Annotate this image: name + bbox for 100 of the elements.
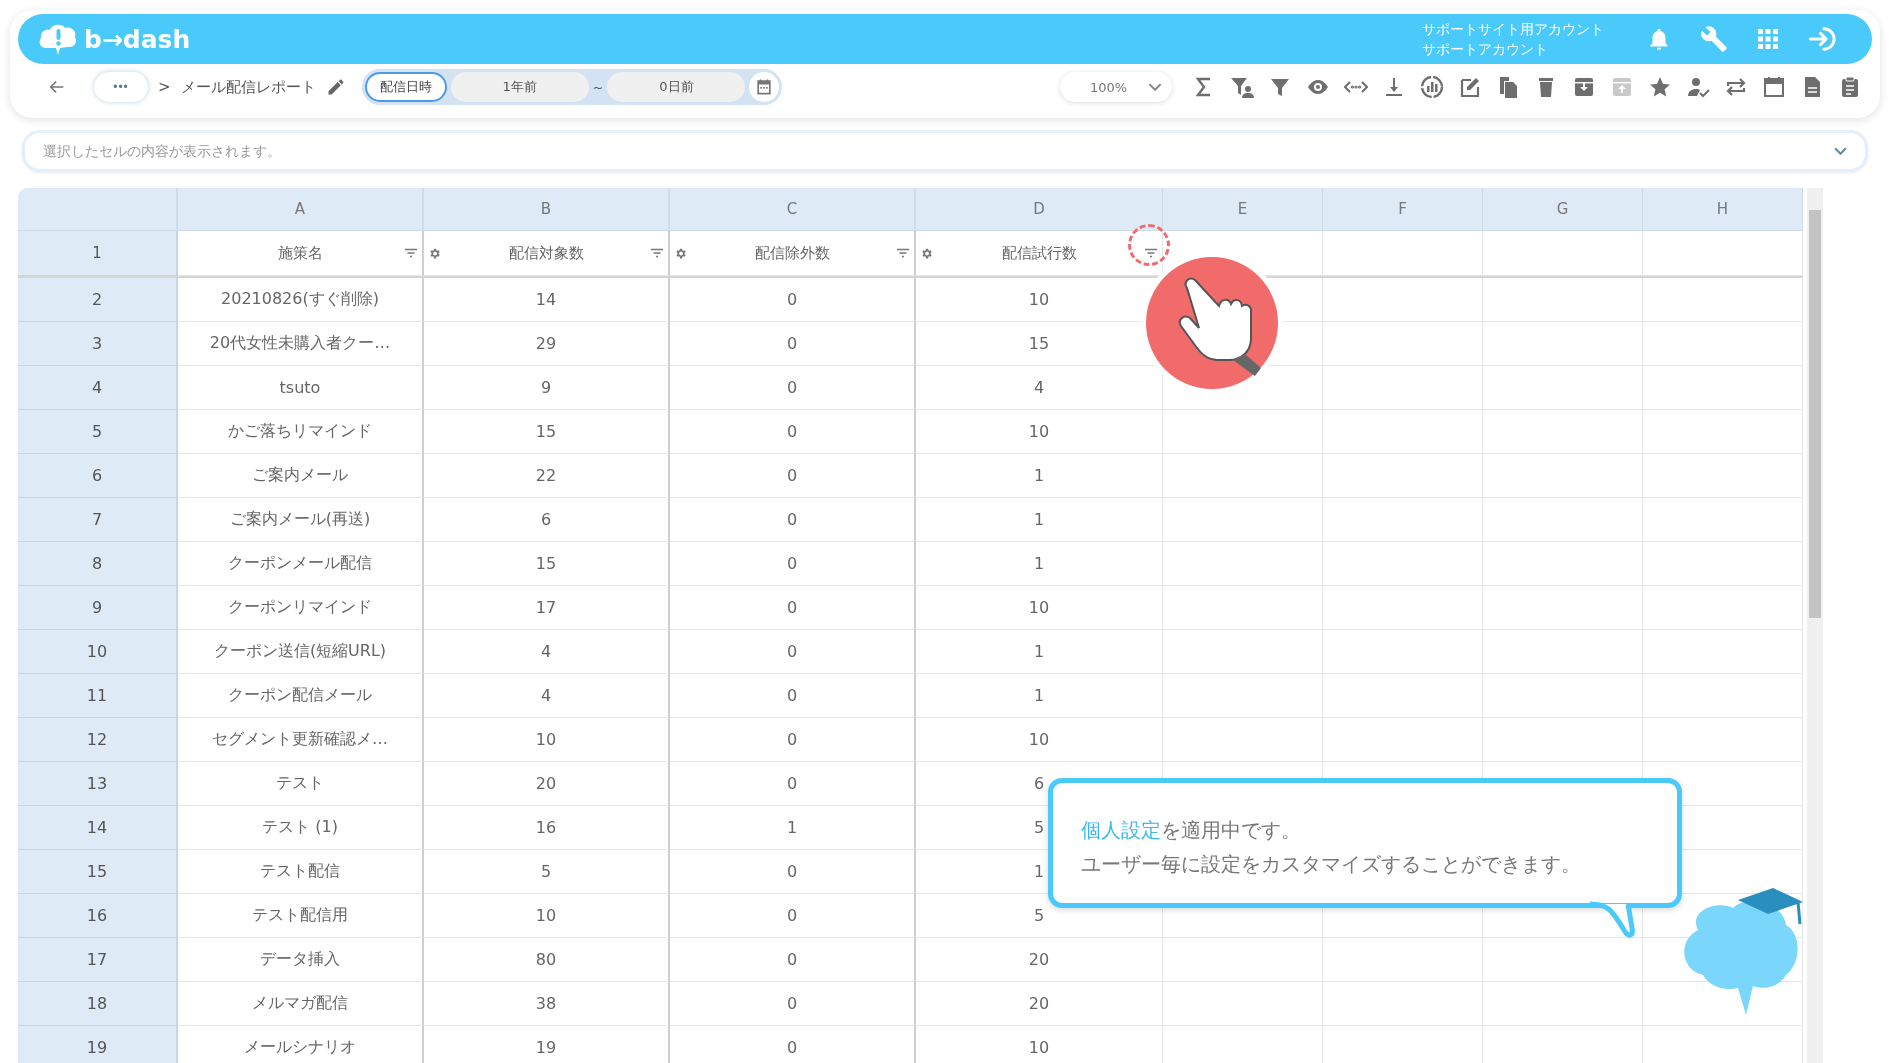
table-cell: 10 <box>916 586 1163 630</box>
table-cell: 20代女性未購入者クー… <box>178 322 424 366</box>
chart-icon[interactable] <box>1420 75 1444 99</box>
column-header[interactable]: F <box>1323 188 1483 231</box>
personal-settings-link[interactable]: 個人設定 <box>1081 818 1161 842</box>
table-cell: ご案内メール(再送) <box>178 498 424 542</box>
table-cell: 19 <box>424 1026 670 1063</box>
table-cell: 10 <box>916 410 1163 454</box>
table-cell: 80 <box>424 938 670 982</box>
filter-icon[interactable] <box>650 248 664 258</box>
row-number: 3 <box>18 322 178 366</box>
table-cell: 0 <box>670 498 916 542</box>
row-number: 14 <box>18 806 178 850</box>
field-header: 配信除外数 <box>754 243 830 263</box>
report-title: メール配信レポート <box>180 77 316 97</box>
table-cell: テスト配信 <box>178 850 424 894</box>
zoom-select[interactable]: 100% <box>1060 72 1172 102</box>
table-cell: 1 <box>916 630 1163 674</box>
column-header[interactable]: G <box>1483 188 1643 231</box>
table-cell: 0 <box>670 718 916 762</box>
table-cell: データ挿入 <box>178 938 424 982</box>
table-cell: かご落ちリマインド <box>178 410 424 454</box>
table-cell: 16 <box>424 806 670 850</box>
scrollbar[interactable] <box>1807 188 1823 1063</box>
cloud-logo-icon <box>38 22 78 56</box>
user-check-icon[interactable] <box>1686 75 1710 99</box>
row-number: 8 <box>18 542 178 586</box>
field-header: 配信試行数 <box>1001 243 1077 263</box>
row-number: 15 <box>18 850 178 894</box>
row-number: 1 <box>18 231 178 276</box>
date-type-button[interactable]: 配信日時 <box>364 72 447 102</box>
table-cell: セグメント更新確認メ… <box>178 718 424 762</box>
settings-icon[interactable] <box>428 246 441 260</box>
settings-icon[interactable] <box>920 246 933 260</box>
table-cell: 29 <box>424 322 670 366</box>
row-number: 6 <box>18 454 178 498</box>
table-cell: テスト <box>178 762 424 806</box>
back-arrow-icon[interactable] <box>48 78 66 96</box>
row-number: 18 <box>18 982 178 1026</box>
more-button[interactable]: ••• <box>94 72 148 102</box>
table-cell: 22 <box>424 454 670 498</box>
row-number: 13 <box>18 762 178 806</box>
settings-icon[interactable] <box>674 246 687 260</box>
start-date-field[interactable]: 1年前 <box>450 72 589 102</box>
row-number: 12 <box>18 718 178 762</box>
field-header: 配信対象数 <box>508 243 584 263</box>
table-cell: クーポンメール配信 <box>178 542 424 586</box>
account-name: サポートアカウント <box>1422 40 1549 59</box>
edit-icon[interactable] <box>1458 75 1482 99</box>
table-cell: 10 <box>916 718 1163 762</box>
column-header[interactable]: B <box>424 188 670 231</box>
calendar-button[interactable] <box>749 72 780 102</box>
row-number: 2 <box>18 278 178 322</box>
table-cell: クーポンリマインド <box>178 586 424 630</box>
table-cell: 0 <box>670 366 916 410</box>
end-date-field[interactable]: 0日前 <box>607 72 746 102</box>
filter-icon[interactable] <box>404 248 418 258</box>
column-header[interactable]: C <box>670 188 916 231</box>
field-header: 施策名 <box>277 243 323 263</box>
table-cell: メルマガ配信 <box>178 982 424 1026</box>
column-header[interactable]: E <box>1163 188 1323 231</box>
table-cell: 15 <box>424 410 670 454</box>
column-header[interactable]: A <box>178 188 424 231</box>
table-cell: 1 <box>916 498 1163 542</box>
table-cell: クーポン配信メール <box>178 674 424 718</box>
table-cell: ご案内メール <box>178 454 424 498</box>
table-cell: メールシナリオ <box>178 1026 424 1063</box>
table-cell: 0 <box>670 850 916 894</box>
table-cell: 20210826(すぐ削除) <box>178 278 424 322</box>
column-header[interactable]: H <box>1643 188 1803 231</box>
row-number: 17 <box>18 938 178 982</box>
calendar-icon[interactable] <box>1762 75 1786 99</box>
table-cell: 0 <box>670 630 916 674</box>
table-cell: 38 <box>424 982 670 1026</box>
row-number: 16 <box>18 894 178 938</box>
archive-icon[interactable] <box>1572 75 1596 99</box>
table-cell: 1 <box>916 542 1163 586</box>
table-cell: 4 <box>424 674 670 718</box>
row-number: 4 <box>18 366 178 410</box>
table-cell: 20 <box>916 938 1163 982</box>
table-cell: 17 <box>424 586 670 630</box>
table-cell: 14 <box>424 278 670 322</box>
column-header[interactable]: D <box>916 188 1163 231</box>
table-cell: 1 <box>670 806 916 850</box>
row-number: 5 <box>18 410 178 454</box>
user-filter-icon[interactable] <box>1230 75 1254 99</box>
table-cell: テスト配信用 <box>178 894 424 938</box>
table-cell: 4 <box>424 630 670 674</box>
star-icon[interactable] <box>1648 75 1672 99</box>
chevron-down-icon <box>1148 82 1162 92</box>
chevron-down-icon[interactable] <box>1834 146 1847 156</box>
row-number: 7 <box>18 498 178 542</box>
filter-icon[interactable] <box>1144 248 1158 258</box>
table-cell: 0 <box>670 1026 916 1063</box>
table-cell: 6 <box>424 498 670 542</box>
table-cell: 1 <box>916 454 1163 498</box>
filter-icon[interactable] <box>896 248 910 258</box>
table-cell: 0 <box>670 410 916 454</box>
table-cell: 0 <box>670 938 916 982</box>
row-number: 19 <box>18 1026 178 1063</box>
